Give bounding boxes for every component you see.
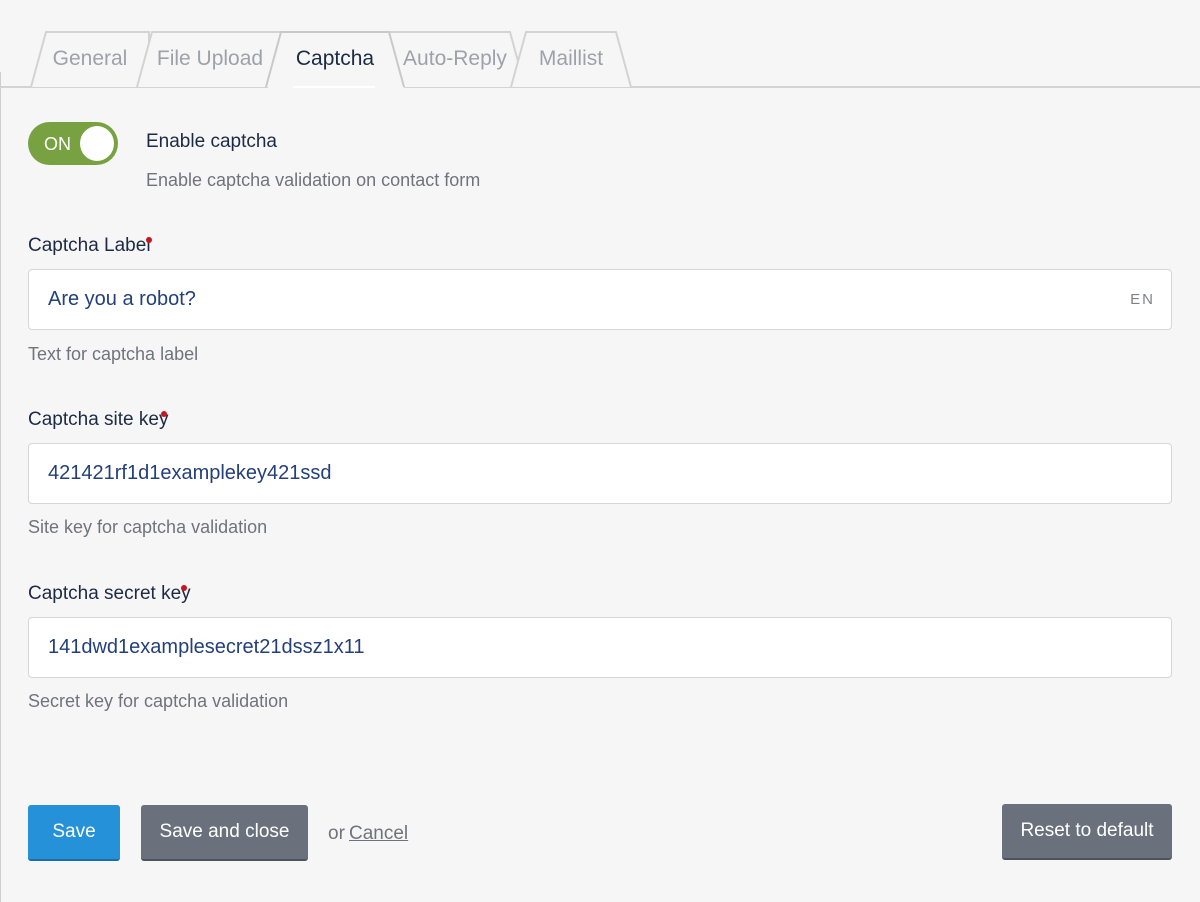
required-indicator [181, 585, 187, 591]
tab-general-label: General [52, 47, 128, 70]
tab-file-upload[interactable]: File Upload [136, 30, 284, 88]
tab-general[interactable]: General [30, 30, 150, 88]
required-indicator [161, 411, 167, 417]
tab-bar: General File Upload Auto-Reply Maillist … [0, 0, 1200, 90]
captcha-secret-key-help: Secret key for captcha validation [28, 691, 289, 711]
active-tab-underline [293, 86, 375, 88]
reset-to-default-button[interactable]: Reset to default [1002, 804, 1172, 860]
or-text: or [328, 823, 345, 844]
toggle-state-label: ON [44, 134, 71, 154]
tab-auto-reply[interactable]: Auto-Reply [384, 30, 526, 88]
captcha-site-key-help: Site key for captcha validation [28, 517, 268, 537]
tab-maillist[interactable]: Maillist [510, 30, 632, 88]
captcha-secret-key-input[interactable]: 141dwd1examplesecret21dssz1x11 [28, 617, 1172, 678]
captcha-label-help: Text for captcha label [28, 344, 199, 364]
toggle-knob [80, 126, 114, 161]
captcha-site-key-value: 421421rf1d1examplekey421ssd [48, 462, 332, 484]
tab-auto-reply-label: Auto-Reply [403, 47, 507, 70]
enable-captcha-toggle[interactable]: ON [28, 122, 118, 165]
tab-captcha[interactable]: Captcha [265, 30, 405, 88]
tab-file-upload-label: File Upload [156, 47, 264, 70]
language-indicator: EN [1130, 291, 1155, 308]
save-button[interactable]: Save [28, 805, 120, 861]
captcha-secret-key-value: 141dwd1examplesecret21dssz1x11 [48, 636, 365, 658]
captcha-site-key-title: Captcha site key [28, 409, 169, 430]
required-indicator [146, 237, 152, 243]
captcha-label-input[interactable]: Are you a robot? EN [28, 269, 1172, 330]
tab-maillist-label: Maillist [538, 47, 604, 70]
captcha-secret-key-title: Captcha secret key [28, 583, 191, 604]
save-and-close-button[interactable]: Save and close [141, 805, 308, 861]
toggle-title: Enable captcha [146, 131, 277, 152]
tab-captcha-label: Captcha [295, 47, 375, 70]
cancel-link[interactable]: Cancel [349, 823, 408, 845]
toggle-description: Enable captcha validation on contact for… [146, 170, 481, 190]
left-border [0, 72, 1, 902]
captcha-label-title: Captcha Label [28, 235, 151, 256]
captcha-label-value: Are you a robot? [48, 288, 196, 310]
captcha-site-key-input[interactable]: 421421rf1d1examplekey421ssd [28, 443, 1172, 504]
